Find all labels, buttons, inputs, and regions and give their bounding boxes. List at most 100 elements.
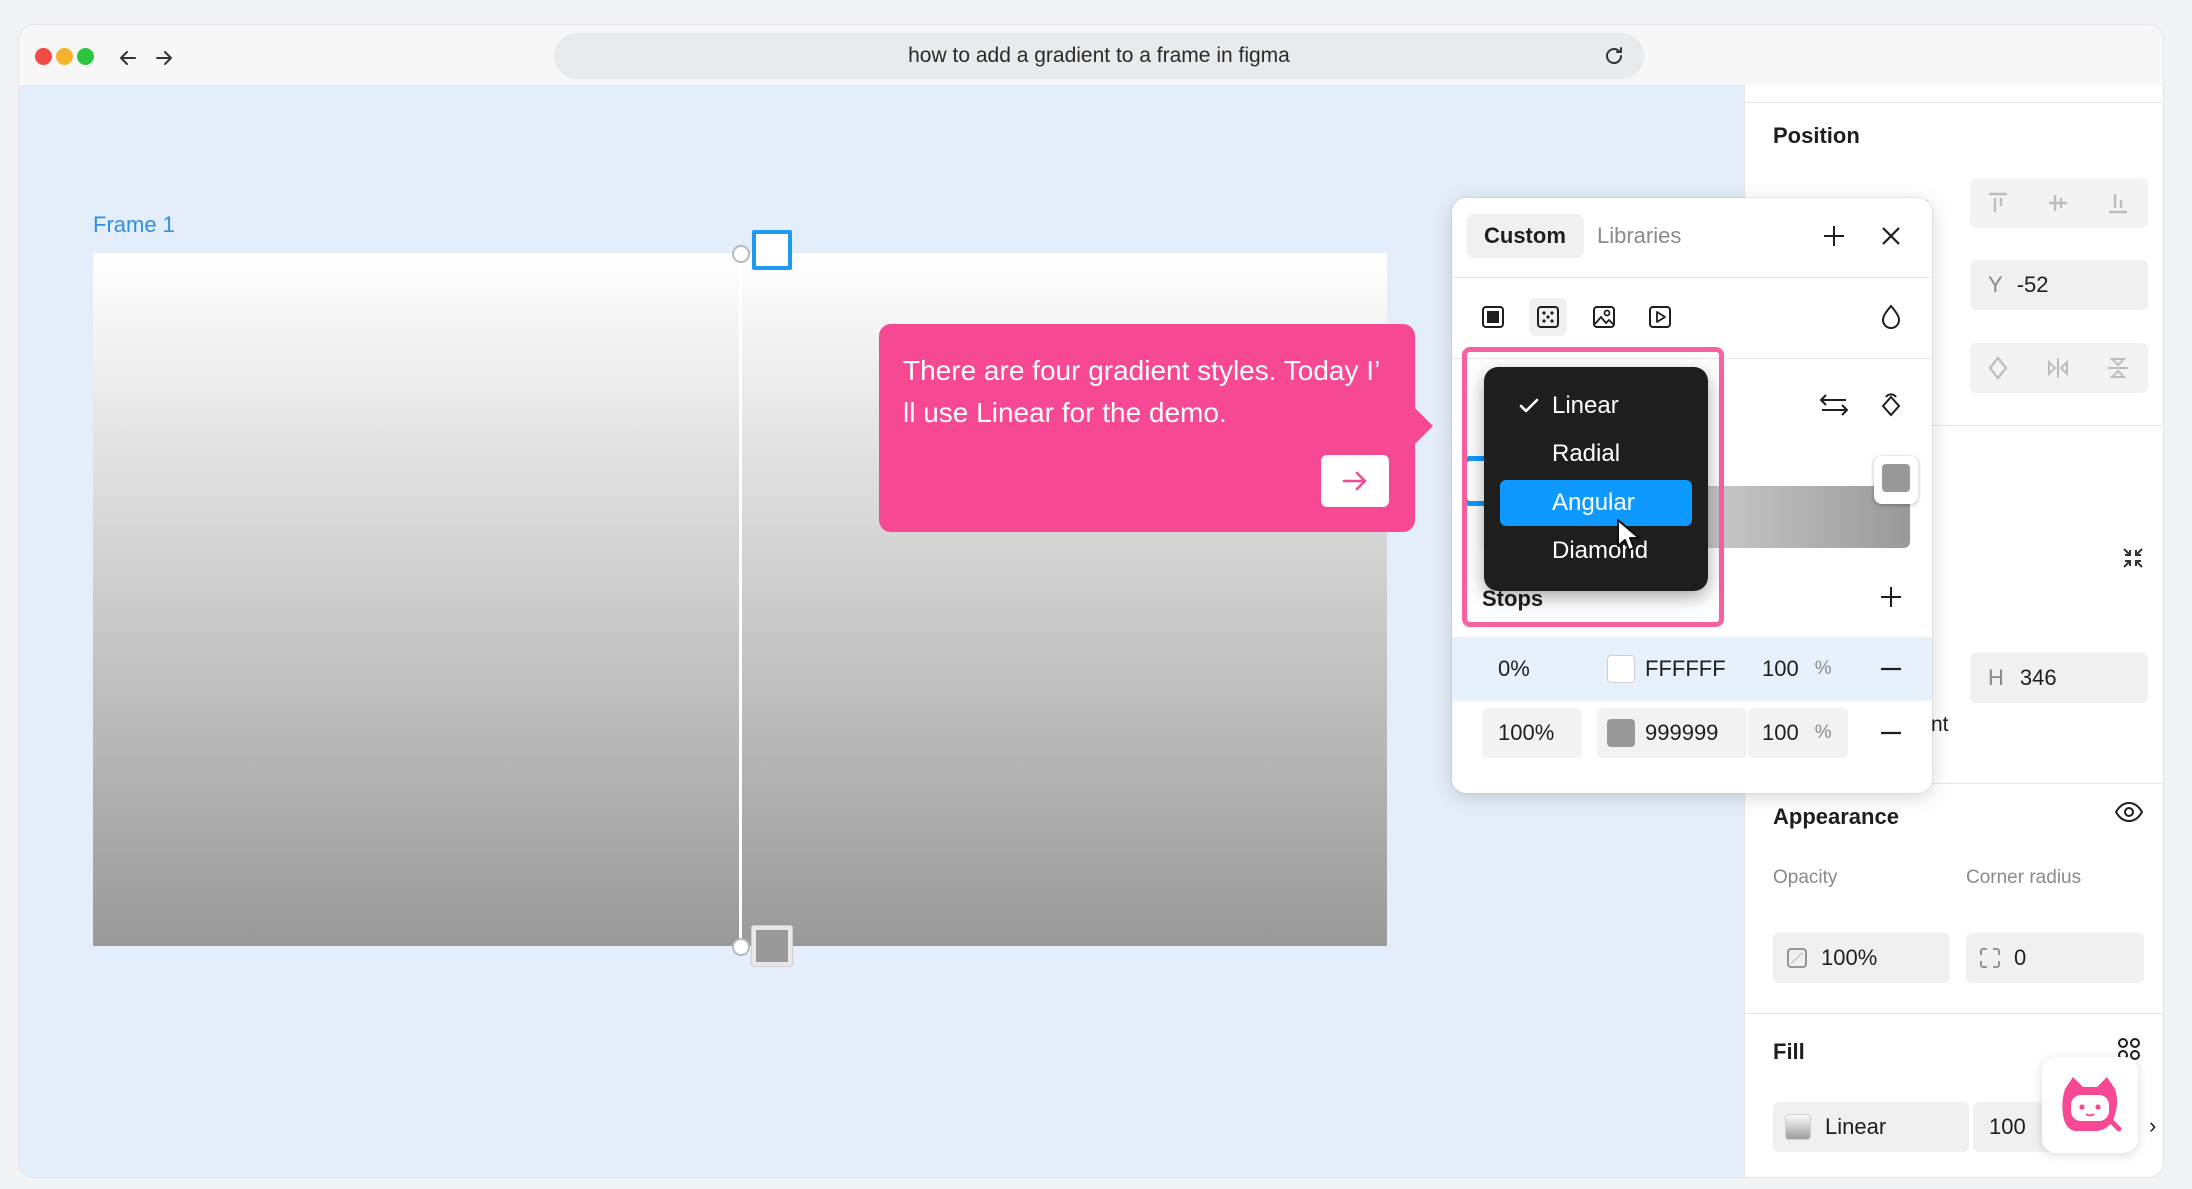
remove-stop-button[interactable]	[1872, 650, 1910, 688]
rotate-icon[interactable]	[1978, 348, 2018, 388]
clipped-text: nt	[1931, 713, 1949, 736]
flip-gradient-button[interactable]	[1815, 386, 1853, 424]
flip-horizontal-icon[interactable]	[2038, 348, 2078, 388]
align-group	[1970, 178, 2148, 228]
menu-item-label: Linear	[1552, 392, 1619, 419]
minus-icon	[1881, 731, 1901, 735]
gradient-fill-button[interactable]	[1529, 298, 1567, 336]
plus-icon	[1881, 587, 1901, 607]
menu-item-label: Radial	[1552, 440, 1621, 467]
divider	[1745, 102, 2163, 103]
corner-radius-label: Corner radius	[1966, 867, 2082, 888]
position-heading: Position	[1773, 123, 1860, 148]
gradient-stop-end[interactable]	[752, 926, 792, 966]
checkmark-icon	[1519, 398, 1539, 413]
align-top-icon[interactable]	[1978, 183, 2018, 223]
close-picker-button[interactable]	[1872, 217, 1910, 255]
rotate-icon	[1881, 393, 1901, 417]
swap-arrows-icon	[1820, 394, 1848, 416]
image-fill-button[interactable]	[1585, 298, 1623, 336]
divider	[1452, 277, 1932, 278]
close-window-dot[interactable]	[35, 48, 52, 65]
forward-button[interactable]	[147, 41, 181, 75]
stop-hex: 999999	[1645, 720, 1719, 745]
menu-item-label: Angular	[1552, 489, 1635, 516]
tooltip-next-button[interactable]	[1321, 455, 1389, 507]
stop-swatch[interactable]	[1607, 655, 1635, 683]
stop-hex: FFFFFF	[1645, 656, 1726, 681]
menu-item-diamond[interactable]: Diamond	[1500, 528, 1692, 574]
gradient-stop-start[interactable]	[752, 230, 792, 270]
corner-radius-icon	[1980, 948, 2000, 968]
stop-color-field[interactable]: 999999	[1597, 708, 1747, 758]
align-middle-icon[interactable]	[2038, 183, 2078, 223]
menu-item-angular[interactable]: Angular	[1500, 480, 1692, 526]
remove-stop-button[interactable]	[1872, 714, 1910, 752]
percent-unit: %	[1814, 658, 1832, 679]
maximize-window-dot[interactable]	[77, 48, 94, 65]
blend-mode-button[interactable]	[1872, 298, 1910, 336]
plus-icon	[1824, 226, 1844, 246]
h-value: 346	[2019, 665, 2057, 690]
solid-fill-icon	[1482, 306, 1504, 328]
menu-item-radial[interactable]: Radial	[1500, 431, 1692, 477]
eye-icon	[2114, 801, 2144, 823]
tab-libraries[interactable]: Libraries	[1579, 214, 1699, 258]
corner-radius-value: 0	[2014, 945, 2027, 970]
add-stop-button[interactable]	[1872, 578, 1910, 616]
fill-heading: Fill	[1773, 1039, 1805, 1064]
add-style-button[interactable]	[1815, 217, 1853, 255]
gradient-handle-line[interactable]	[739, 253, 742, 946]
frame-label[interactable]: Frame 1	[93, 212, 175, 238]
visibility-toggle[interactable]	[2109, 792, 2149, 832]
menu-item-linear[interactable]: Linear	[1500, 383, 1692, 429]
reload-button[interactable]	[1602, 44, 1626, 68]
align-bottom-icon[interactable]	[2098, 183, 2138, 223]
address-text: how to add a gradient to a frame in figm…	[908, 44, 1290, 67]
assistant-badge[interactable]	[2042, 1057, 2138, 1153]
minus-icon	[1881, 667, 1901, 671]
gradient-start-node[interactable]	[732, 245, 750, 263]
solid-fill-button[interactable]	[1474, 298, 1512, 336]
corner-radius-field[interactable]: 0	[1966, 933, 2144, 983]
stop-color-field[interactable]: FFFFFF	[1597, 644, 1747, 694]
y-field[interactable]: Y -52	[1970, 260, 2148, 310]
browser-toolbar: how to add a gradient to a frame in figm…	[19, 25, 2163, 85]
tab-custom[interactable]: Custom	[1466, 214, 1584, 258]
stop-opacity: 100	[1762, 720, 1799, 745]
back-button[interactable]	[111, 41, 145, 75]
stop-opacity-field[interactable]: 100 %	[1748, 708, 1848, 758]
address-bar[interactable]: how to add a gradient to a frame in figm…	[554, 33, 1644, 79]
stop-row[interactable]: 0% FFFFFF 100 %	[1452, 637, 1932, 701]
fill-type-value: Linear	[1825, 1114, 1887, 1139]
stop-position: 0%	[1498, 656, 1530, 681]
arrow-right-icon	[1342, 471, 1367, 491]
collapse-icon[interactable]	[2113, 538, 2153, 578]
stop-position-field[interactable]: 0%	[1482, 644, 1582, 694]
opacity-field[interactable]: 100%	[1773, 933, 1950, 983]
h-field[interactable]: H 346	[1970, 653, 2148, 703]
close-icon	[1882, 227, 1900, 245]
h-label: H	[1988, 665, 2004, 690]
stop-position-field[interactable]: 100%	[1482, 708, 1582, 758]
tutorial-tooltip: There are four gradient styles. Today I’…	[879, 324, 1415, 532]
gradient-fill-icon	[1537, 306, 1559, 328]
rotate-gradient-button[interactable]	[1872, 386, 1910, 424]
flip-vertical-icon[interactable]	[2098, 348, 2138, 388]
y-value: -52	[2016, 272, 2049, 297]
fill-opacity-value: 100	[1989, 1114, 2026, 1139]
mouse-cursor-icon	[1617, 519, 1640, 551]
stop-opacity-field[interactable]: 100 %	[1748, 644, 1848, 694]
stop-swatch[interactable]	[1607, 719, 1635, 747]
stop-position: 100%	[1498, 720, 1555, 745]
minimize-window-dot[interactable]	[56, 48, 73, 65]
fill-type-field[interactable]: Linear	[1773, 1102, 1969, 1152]
stop-row[interactable]: 100% 999999 100 %	[1452, 701, 1932, 765]
divider	[1745, 1013, 2163, 1014]
opacity-label: Opacity	[1773, 867, 1838, 888]
video-fill-button[interactable]	[1641, 298, 1679, 336]
chevron-right-icon: ›	[2149, 1113, 2157, 1138]
gradient-stop-handle-end[interactable]	[1874, 456, 1918, 504]
arrow-left-icon	[120, 51, 136, 65]
gradient-end-node[interactable]	[732, 938, 750, 956]
